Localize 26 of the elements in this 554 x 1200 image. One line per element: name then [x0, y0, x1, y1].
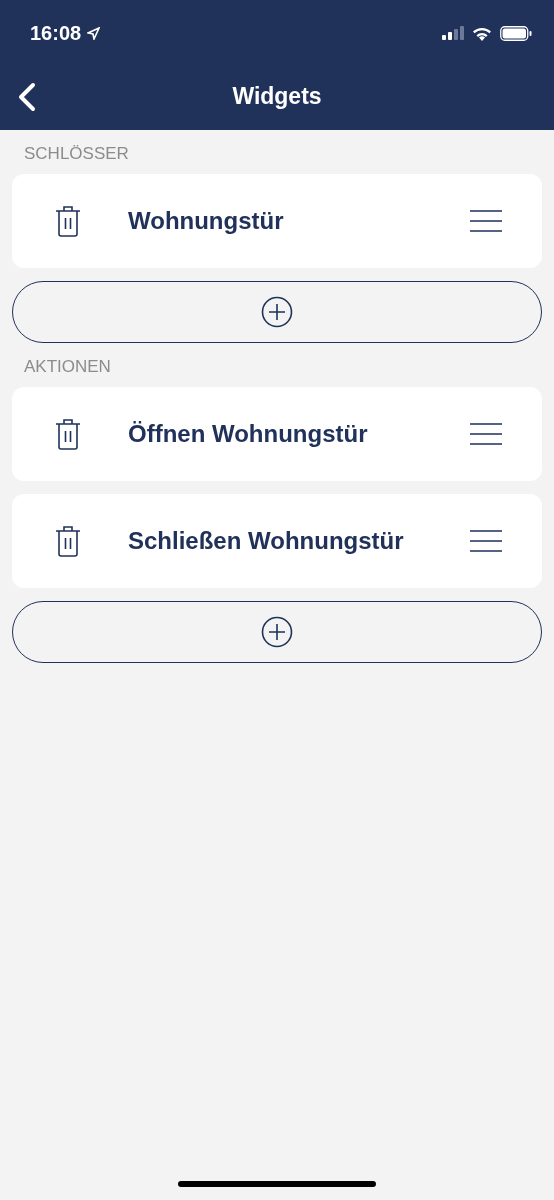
section-label: AKTIONEN [23, 356, 112, 378]
battery-icon [500, 25, 532, 41]
status-time: 16:08 [30, 21, 82, 45]
trash-icon [54, 524, 82, 558]
signal-icon [442, 26, 464, 40]
widget-name: Schließen Wohnungstür [128, 527, 405, 555]
reorder-handle[interactable] [470, 530, 502, 552]
reorder-handle[interactable] [470, 210, 502, 232]
widget-name: Öffnen Wohnungstür [128, 420, 369, 448]
back-chevron-icon [18, 82, 36, 112]
section-label: SCHLÖSSER [23, 143, 130, 165]
trash-icon [54, 204, 82, 238]
drag-handle-icon [470, 423, 502, 445]
screen-title: Widgets [232, 82, 322, 110]
drag-handle-icon [470, 530, 502, 552]
trash-icon [54, 417, 82, 451]
widget-name: Wohnungstür [128, 207, 285, 235]
plus-circle-icon [261, 616, 293, 648]
wifi-icon [472, 25, 492, 41]
drag-handle-icon [470, 210, 502, 232]
plus-circle-icon [261, 296, 293, 328]
reorder-handle[interactable] [470, 423, 502, 445]
location-arrow-icon [87, 26, 101, 40]
delete-button[interactable] [54, 417, 82, 451]
delete-button[interactable] [54, 204, 82, 238]
delete-button[interactable] [54, 524, 82, 558]
